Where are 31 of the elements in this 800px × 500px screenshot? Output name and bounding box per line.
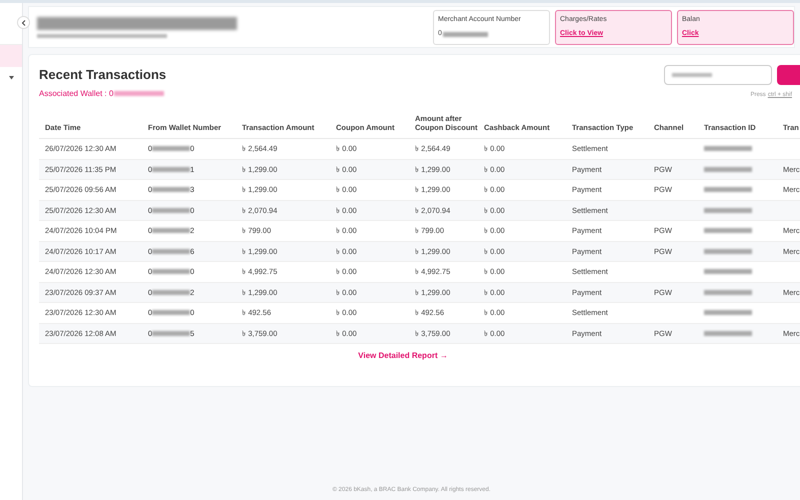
redacted-text bbox=[704, 208, 752, 213]
search-button[interactable] bbox=[777, 65, 800, 85]
redacted-text bbox=[704, 166, 752, 172]
redacted-text bbox=[152, 146, 190, 152]
redacted-text bbox=[152, 248, 190, 254]
search-field[interactable] bbox=[664, 65, 772, 85]
redacted-text bbox=[704, 269, 752, 274]
redacted-text bbox=[152, 187, 190, 192]
redacted-text bbox=[152, 208, 190, 213]
chevron-left-icon bbox=[20, 20, 26, 26]
redacted-text bbox=[704, 228, 752, 234]
redacted-text bbox=[152, 290, 190, 295]
redacted-text bbox=[704, 290, 752, 295]
redacted-text bbox=[114, 91, 164, 96]
wallet-label: Associated Wallet : 0 bbox=[39, 88, 114, 100]
redacted-text bbox=[152, 166, 190, 172]
redacted-text bbox=[704, 146, 752, 152]
caret-down-icon bbox=[8, 76, 14, 80]
redacted-text bbox=[704, 187, 752, 192]
redacted-text bbox=[152, 228, 190, 234]
redacted-text bbox=[442, 32, 488, 37]
section-title: Recent Transactions bbox=[39, 66, 166, 84]
redacted-text bbox=[704, 310, 752, 316]
redacted-text bbox=[672, 73, 712, 77]
sidebar-item[interactable] bbox=[0, 45, 22, 67]
redacted-text bbox=[152, 310, 190, 316]
redacted-text bbox=[152, 269, 190, 274]
detailed-report-link[interactable]: View Detailed Report → bbox=[358, 350, 448, 362]
redacted-text bbox=[704, 330, 752, 336]
redacted-text bbox=[152, 330, 190, 336]
redacted-text bbox=[704, 248, 752, 254]
